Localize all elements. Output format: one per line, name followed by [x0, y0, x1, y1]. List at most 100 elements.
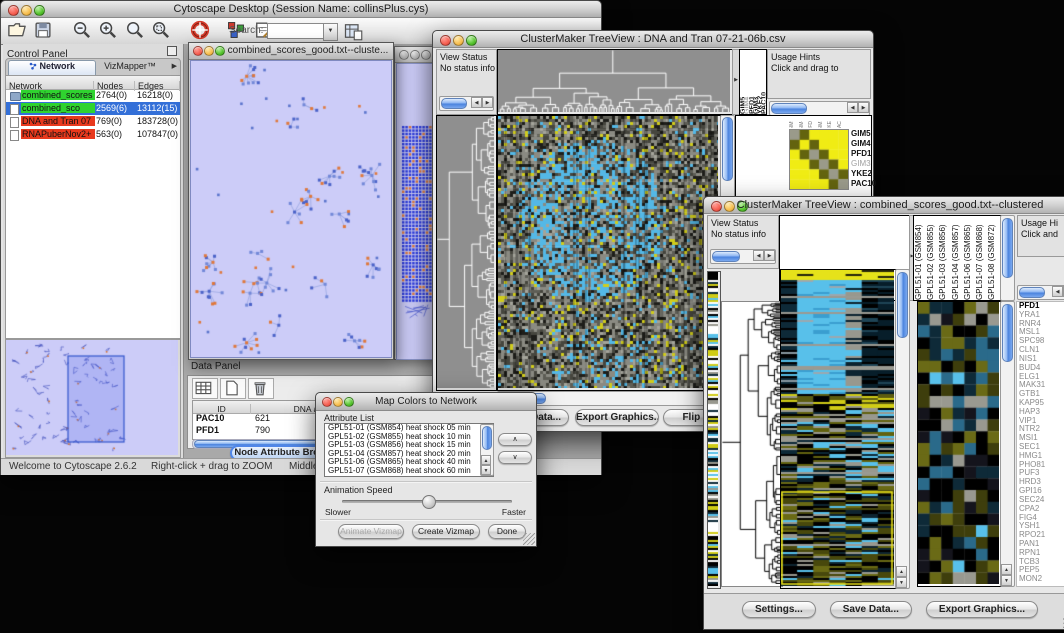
- scroll-left-icon[interactable]: ◀: [471, 97, 482, 108]
- network-table-row[interactable]: combined_scores 2764(0) 16218(0): [6, 89, 180, 102]
- network-table-row[interactable]: DNA and Tran 07 769(0) 183728(0): [6, 115, 180, 128]
- treeview-combined-titlebar[interactable]: ClusterMaker TreeView : combined_scores_…: [704, 197, 1064, 214]
- treeview-dna-titlebar[interactable]: ClusterMaker TreeView : DNA and Tran 07-…: [433, 31, 873, 48]
- treeview-button[interactable]: Export Graphics...: [926, 601, 1038, 618]
- column-label[interactable]: PAC10: [761, 50, 765, 114]
- delete-attribute-button[interactable]: [248, 378, 274, 399]
- network-overview-panel[interactable]: [5, 339, 181, 458]
- create-vizmap-button[interactable]: Create Vizmap: [412, 524, 480, 539]
- resize-grip[interactable]: [523, 533, 535, 545]
- scroll-down-icon[interactable]: ▼: [896, 577, 907, 588]
- scroll-up-icon[interactable]: ▲: [481, 455, 491, 465]
- heatmap-canvas[interactable]: [498, 116, 718, 388]
- column-label[interactable]: GPL51-03 (GSM856): [938, 216, 950, 300]
- close-icon[interactable]: [193, 46, 203, 56]
- attribute-list-vscroll[interactable]: ▲ ▼: [480, 424, 494, 476]
- usage-hscroll[interactable]: ◀ ▶: [1017, 285, 1064, 300]
- usage-hscroll[interactable]: ◀ ▶: [769, 101, 870, 116]
- row-dendrogram-canvas[interactable]: [722, 302, 780, 584]
- float-panel-icon[interactable]: [167, 46, 177, 56]
- treeview-button[interactable]: Export Graphics...: [575, 409, 659, 426]
- gene-label[interactable]: GIM4: [851, 139, 871, 149]
- slider-thumb[interactable]: [422, 495, 436, 509]
- network-table-row[interactable]: RNAPuberNov2+ 563(0) 107847(0): [6, 128, 180, 141]
- zoom-in-button[interactable]: [98, 20, 120, 42]
- scroll-left-icon[interactable]: ◀: [1052, 286, 1063, 297]
- global-overview-strip[interactable]: [707, 271, 721, 589]
- network-overview-canvas[interactable]: [6, 340, 178, 455]
- search-dropdown-icon[interactable]: ▼: [323, 23, 338, 41]
- scroll-up-icon[interactable]: ▲: [896, 566, 907, 577]
- row-dendrogram-panel[interactable]: [721, 301, 783, 587]
- network-table-row[interactable]: combined_sco 2569(6) 13112(15): [6, 102, 180, 115]
- heatmap-vscroll[interactable]: ▲ ▼: [895, 269, 910, 589]
- minimize-icon[interactable]: [204, 46, 214, 56]
- scroll-down-icon[interactable]: ▼: [1001, 575, 1012, 586]
- animation-speed-slider[interactable]: [342, 500, 512, 503]
- move-down-button[interactable]: ∨: [498, 451, 532, 464]
- column-label[interactable]: GPL51-01 (GSM854): [914, 216, 926, 300]
- heatmap-canvas[interactable]: [781, 270, 894, 586]
- zoom-fit-button[interactable]: [125, 20, 147, 42]
- scroll-down-icon[interactable]: ▼: [481, 465, 491, 475]
- column-label[interactable]: GIM4: [744, 50, 748, 114]
- gene-label[interactable]: YKE2: [851, 169, 871, 179]
- minimize-icon[interactable]: [410, 50, 420, 60]
- column-label[interactable]: GPL51-08 (GSM872): [987, 216, 999, 300]
- heatmap-panel[interactable]: [780, 269, 897, 589]
- close-icon[interactable]: [399, 50, 409, 60]
- main-titlebar[interactable]: Cytoscape Desktop (Session Name: collins…: [1, 1, 601, 18]
- new-attribute-button[interactable]: [220, 378, 246, 399]
- zoom-heatmap-canvas[interactable]: [789, 129, 849, 190]
- gene-label[interactable]: GIM3: [851, 159, 871, 169]
- network-table-header[interactable]: NetworkNodesEdges: [6, 76, 180, 90]
- zoom-vscroll[interactable]: ▲ ▼: [1000, 301, 1015, 587]
- gene-label[interactable]: GIM5: [851, 129, 871, 139]
- done-button[interactable]: Done: [488, 524, 526, 539]
- scroll-left-icon[interactable]: ◀: [753, 250, 764, 261]
- column-dendrogram-panel[interactable]: [497, 49, 733, 115]
- network-view-titlebar[interactable]: combined_scores_good.txt--cluste...: [189, 43, 393, 60]
- scroll-left-icon[interactable]: ◀: [847, 102, 858, 113]
- network-canvas[interactable]: [190, 60, 392, 358]
- column-label[interactable]: GPL51-04 (GSM857): [951, 216, 963, 300]
- attribute-list[interactable]: GPL51-01 (GSM854) heat shock 05 minGPL51…: [324, 423, 494, 477]
- view-status-hscroll[interactable]: ◀ ▶: [439, 96, 494, 111]
- column-label[interactable]: GPL51-07 (GSM868): [975, 216, 987, 300]
- move-up-button[interactable]: ∧: [498, 433, 532, 446]
- tab-vizmapper[interactable]: VizMapper™: [98, 61, 162, 71]
- row-dendrogram-panel[interactable]: [436, 115, 497, 391]
- zoom-selected-button[interactable]: [151, 20, 173, 42]
- open-file-button[interactable]: [7, 20, 29, 42]
- treeview-button[interactable]: Settings...: [742, 601, 816, 618]
- zoom-out-button[interactable]: [72, 20, 94, 42]
- scroll-right-icon[interactable]: ▶: [482, 97, 493, 108]
- save-button[interactable]: [33, 20, 55, 42]
- view-status-hscroll[interactable]: ◀ ▶: [710, 249, 776, 264]
- heatmap-panel[interactable]: [497, 115, 721, 391]
- zoom-heatmap-canvas[interactable]: [918, 302, 999, 584]
- gene-label[interactable]: PFD1: [851, 149, 871, 159]
- zoom-window-icon[interactable]: [421, 50, 431, 60]
- zoom-heatmap-panel[interactable]: [917, 301, 1002, 587]
- zoom-window-icon[interactable]: [215, 46, 225, 56]
- column-dendrogram-canvas[interactable]: [498, 50, 730, 112]
- treeview-button[interactable]: Save Data...: [830, 601, 912, 618]
- row-dendrogram-canvas[interactable]: [437, 116, 494, 388]
- tab-network[interactable]: Network: [8, 60, 96, 76]
- gene-label[interactable]: PAC10: [851, 179, 871, 189]
- attribute-item[interactable]: GPL51-07 (GSM868) heat shock 60 min: [325, 467, 493, 476]
- dialog-titlebar[interactable]: Map Colors to Network: [316, 393, 536, 411]
- tab-overflow-icon[interactable]: ▶: [172, 62, 177, 70]
- column-labels-vscroll[interactable]: [1000, 215, 1015, 301]
- search-input[interactable]: [267, 23, 325, 39]
- global-strip-canvas[interactable]: [708, 272, 718, 586]
- scroll-up-icon[interactable]: ▲: [1001, 564, 1012, 575]
- network-table-button[interactable]: [343, 21, 365, 43]
- attribute-table-button[interactable]: [192, 378, 218, 399]
- column-label[interactable]: GPL51-02 (GSM855): [926, 216, 938, 300]
- scroll-right-icon[interactable]: ▶: [858, 102, 869, 113]
- column-label[interactable]: GPL51-06 (GSM865): [963, 216, 975, 300]
- scroll-right-icon[interactable]: ▶: [764, 250, 775, 261]
- help-button[interactable]: [190, 20, 212, 42]
